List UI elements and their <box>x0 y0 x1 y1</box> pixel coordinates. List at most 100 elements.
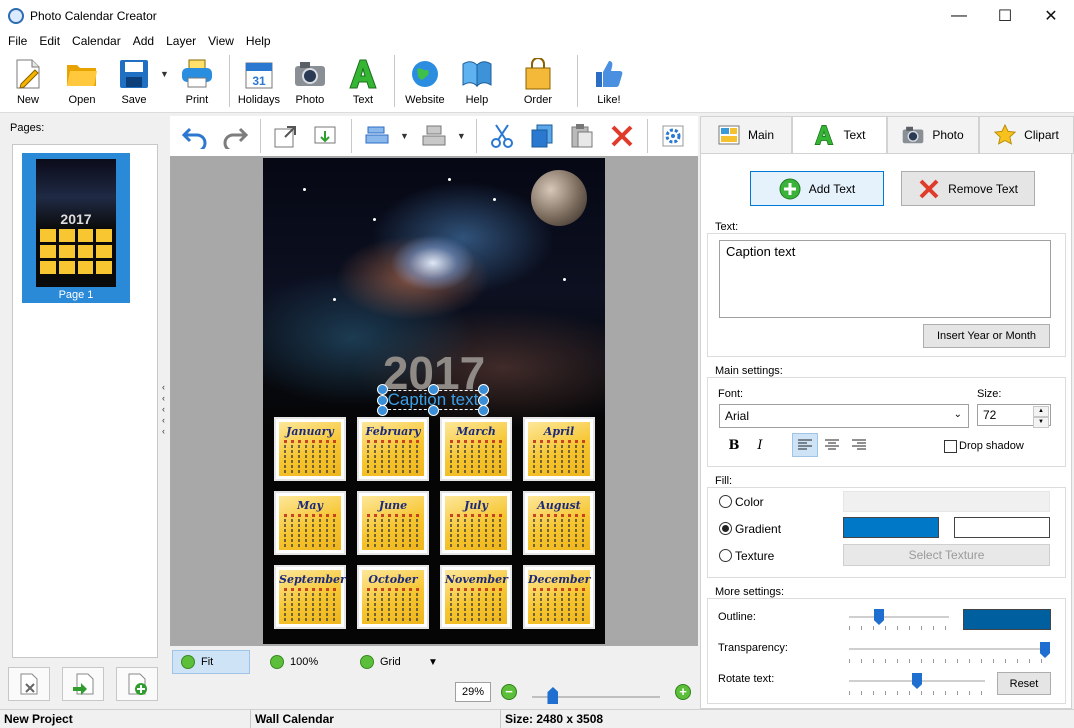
month-march[interactable]: March <box>440 417 512 481</box>
menu-calendar[interactable]: Calendar <box>66 34 127 48</box>
page-thumbnail[interactable]: 2017 Page 1 <box>22 153 130 303</box>
menu-edit[interactable]: Edit <box>33 34 66 48</box>
font-select[interactable]: Arial ⌄ <box>719 404 969 428</box>
fill-gradient-radio[interactable] <box>719 522 732 535</box>
undo-button[interactable] <box>178 119 212 153</box>
fill-color-radio[interactable] <box>719 495 732 508</box>
resize-handle[interactable] <box>478 405 489 416</box>
zoom-value[interactable]: 29% <box>455 682 491 702</box>
canvas-toolbar: ▼ ▼ <box>170 116 698 156</box>
delete-page-button[interactable] <box>8 667 50 701</box>
fill-color-swatch[interactable] <box>843 491 1050 512</box>
align-center-button[interactable] <box>819 433 845 457</box>
like-button[interactable]: Like! <box>582 51 636 111</box>
minimize-button[interactable]: — <box>936 0 982 31</box>
bring-forward-button[interactable] <box>269 119 303 153</box>
month-december[interactable]: December <box>523 565 595 629</box>
remove-text-button[interactable]: Remove Text <box>901 171 1035 206</box>
size-spinner[interactable]: 72 ▲ ▼ <box>977 404 1051 428</box>
month-june[interactable]: June <box>357 491 429 555</box>
grid-button[interactable]: Grid <box>352 650 409 674</box>
tab-text[interactable]: Text <box>792 116 887 154</box>
size-down-icon[interactable]: ▼ <box>1033 417 1049 428</box>
open-button[interactable]: Open <box>56 51 108 111</box>
menu-layer[interactable]: Layer <box>160 34 202 48</box>
panel-splitter[interactable]: ‹ ‹ ‹ ‹ ‹ <box>162 382 165 436</box>
menu-view[interactable]: View <box>202 34 240 48</box>
transparency-slider-track[interactable] <box>849 648 1045 650</box>
cut-button[interactable] <box>485 119 519 153</box>
add-page-button[interactable] <box>116 667 158 701</box>
tab-photo[interactable]: Photo <box>887 116 979 154</box>
arrange-button[interactable] <box>417 119 451 153</box>
copy-button[interactable] <box>525 119 559 153</box>
align-left-button[interactable] <box>792 433 818 457</box>
insert-year-month-button[interactable]: Insert Year or Month <box>923 324 1050 348</box>
paste-button[interactable] <box>565 119 599 153</box>
gradient-start-swatch[interactable] <box>843 517 939 538</box>
save-dropdown-icon[interactable]: ▼ <box>160 69 169 79</box>
resize-handle[interactable] <box>428 384 439 395</box>
canvas-area[interactable]: 2017 Caption text January February March… <box>170 156 698 646</box>
align-right-button[interactable] <box>846 433 872 457</box>
month-august[interactable]: August <box>523 491 595 555</box>
menu-help[interactable]: Help <box>240 34 277 48</box>
align-button[interactable] <box>360 119 394 153</box>
reset-button[interactable]: Reset <box>997 672 1051 695</box>
delete-button[interactable] <box>605 119 639 153</box>
resize-handle[interactable] <box>478 384 489 395</box>
maximize-button[interactable]: ☐ <box>982 0 1028 31</box>
month-may[interactable]: May <box>274 491 346 555</box>
tab-clipart-label: Clipart <box>1024 128 1059 142</box>
order-button[interactable]: Order <box>503 51 573 111</box>
properties-button[interactable] <box>656 119 690 153</box>
month-october[interactable]: October <box>357 565 429 629</box>
grid-dropdown-icon[interactable]: ▼ <box>420 650 446 674</box>
insert-page-button[interactable] <box>62 667 104 701</box>
save-button[interactable]: Save <box>108 51 160 111</box>
photo-button[interactable]: Photo <box>284 51 336 111</box>
bold-button[interactable]: B <box>721 433 747 457</box>
fill-texture-label: Texture <box>735 549 775 563</box>
fill-texture-radio[interactable] <box>719 549 732 562</box>
actual-size-button[interactable]: 100% <box>262 650 326 674</box>
resize-handle[interactable] <box>428 405 439 416</box>
outline-color-swatch[interactable] <box>963 609 1051 630</box>
fit-button[interactable]: Fit <box>172 650 250 674</box>
month-november[interactable]: November <box>440 565 512 629</box>
align-dropdown-icon[interactable]: ▼ <box>400 131 409 141</box>
website-button[interactable]: Website <box>399 51 451 111</box>
zoom-in-button[interactable]: + <box>675 684 691 700</box>
month-january[interactable]: January <box>274 417 346 481</box>
size-up-icon[interactable]: ▲ <box>1033 406 1049 417</box>
month-february[interactable]: February <box>357 417 429 481</box>
help-button[interactable]: Help <box>451 51 503 111</box>
menu-add[interactable]: Add <box>127 34 160 48</box>
select-texture-button[interactable]: Select Texture <box>843 544 1050 566</box>
arrange-dropdown-icon[interactable]: ▼ <box>457 131 466 141</box>
text-button[interactable]: Text <box>336 51 390 111</box>
new-button[interactable]: New <box>0 51 56 111</box>
month-april[interactable]: April <box>523 417 595 481</box>
calendar-page[interactable]: 2017 Caption text January February March… <box>263 158 605 644</box>
close-button[interactable]: ✕ <box>1028 0 1074 31</box>
gradient-end-swatch[interactable] <box>954 517 1050 538</box>
print-button[interactable]: Print <box>169 51 225 111</box>
tab-main[interactable]: Main <box>700 116 792 154</box>
holidays-button[interactable]: 31 Holidays <box>234 51 284 111</box>
caption-textarea[interactable]: Caption text <box>719 240 1051 318</box>
resize-handle[interactable] <box>377 405 388 416</box>
resize-handle[interactable] <box>377 384 388 395</box>
month-july[interactable]: July <box>440 491 512 555</box>
add-text-button[interactable]: Add Text <box>750 171 884 206</box>
redo-button[interactable] <box>218 119 252 153</box>
month-september[interactable]: September <box>274 565 346 629</box>
tab-clipart[interactable]: Clipart <box>979 116 1074 154</box>
send-backward-button[interactable] <box>309 119 343 153</box>
drop-shadow-checkbox[interactable] <box>944 440 957 453</box>
zoom-out-button[interactable]: − <box>501 684 517 700</box>
outline-slider-track[interactable] <box>849 616 949 618</box>
italic-button[interactable]: I <box>747 433 773 457</box>
zoom-slider-thumb[interactable] <box>547 687 559 704</box>
menu-file[interactable]: File <box>2 34 33 48</box>
